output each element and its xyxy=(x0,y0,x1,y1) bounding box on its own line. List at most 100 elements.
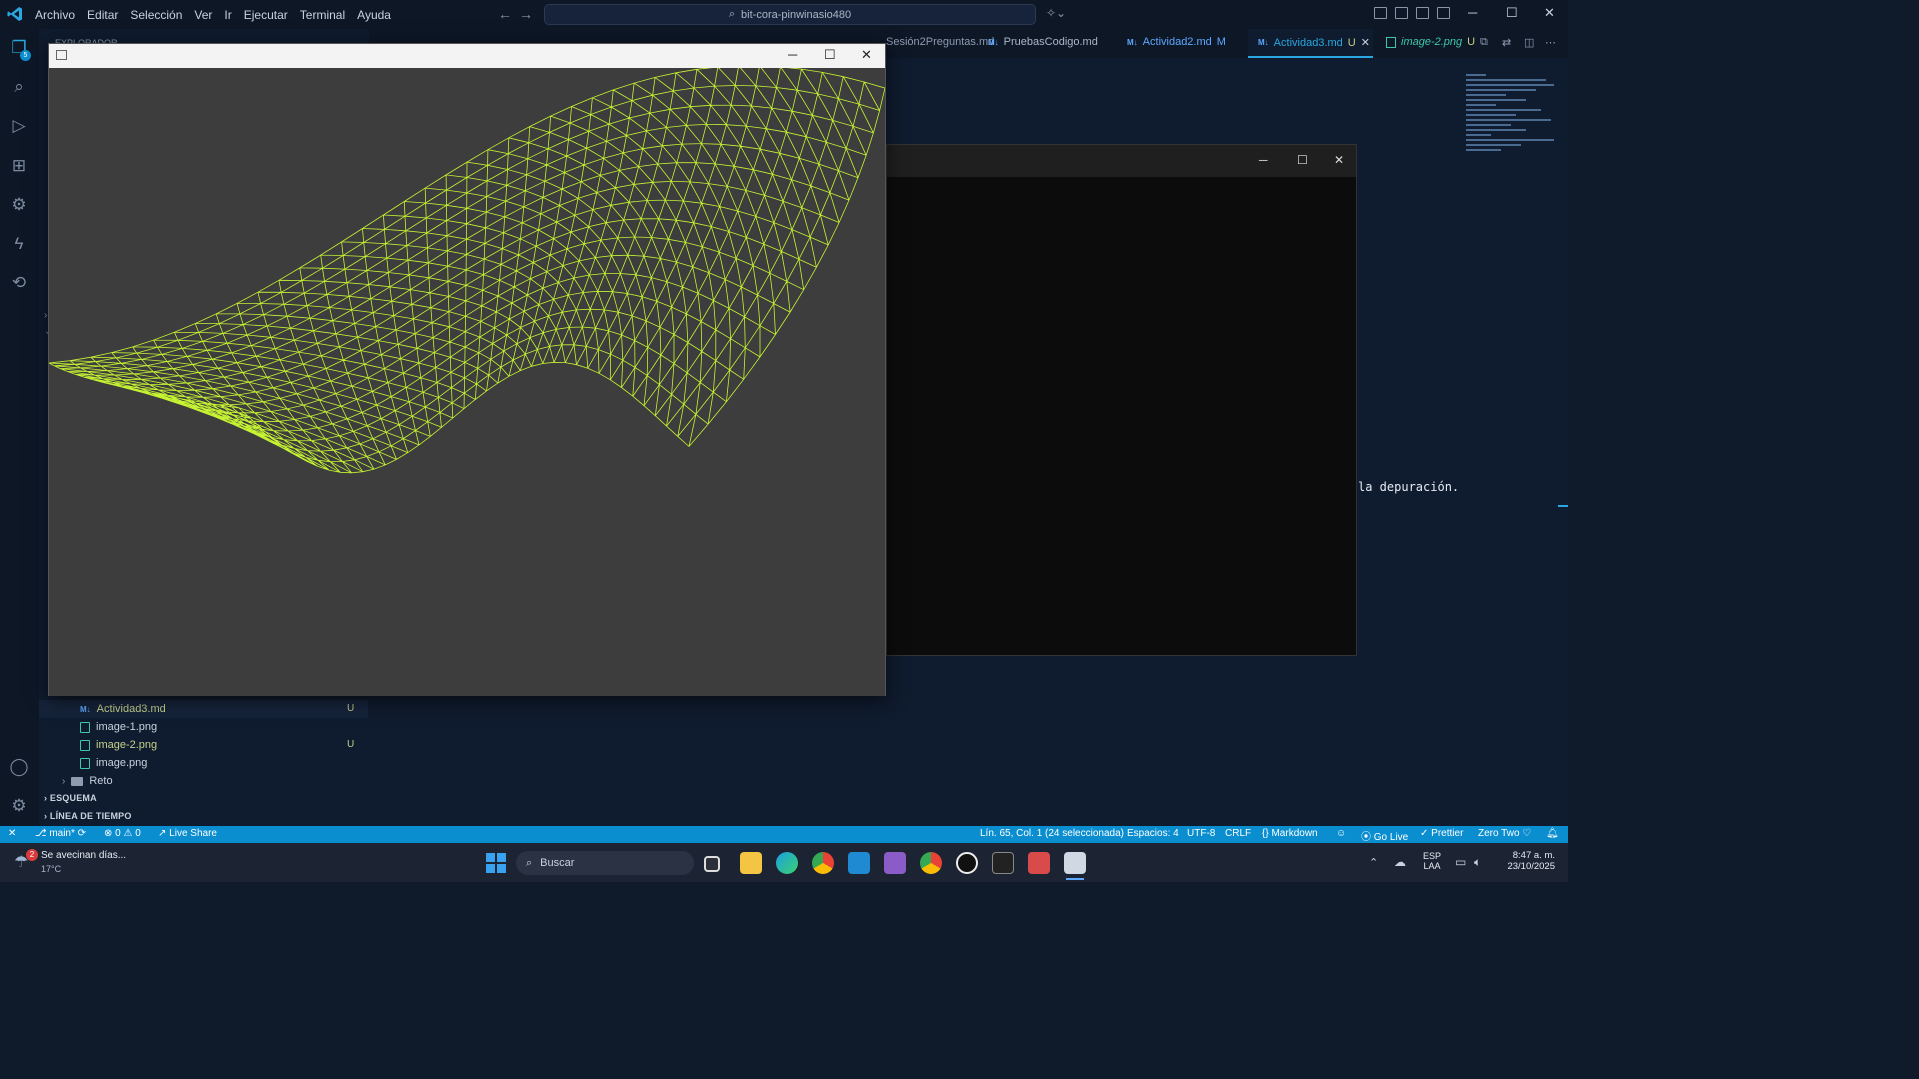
copilot-agent-icon[interactable]: ⚙ xyxy=(9,195,29,215)
tab-pruebascodigo[interactable]: M↓ PruebasCodigo.md xyxy=(988,36,1098,48)
vscode-taskbar-icon[interactable] xyxy=(848,852,870,874)
chevron-up-icon[interactable]: ⌃ xyxy=(1369,856,1378,869)
taskbar-search[interactable]: ⌕ Buscar xyxy=(516,851,694,875)
file-image-1[interactable]: image-1.png xyxy=(80,721,157,733)
chrome-icon[interactable] xyxy=(812,852,834,874)
menu-seleccion[interactable]: Selección xyxy=(130,8,182,22)
tab-sesion2preguntas[interactable]: Sesión2Preguntas.md xyxy=(886,36,994,48)
toggle-secondary-sidebar-icon[interactable] xyxy=(1437,7,1450,19)
remote-icon[interactable]: ⟲ xyxy=(9,273,29,293)
maximize-icon[interactable]: ☐ xyxy=(1506,5,1518,21)
clock[interactable]: 8:47 a. m. 23/10/2025 xyxy=(1500,850,1555,872)
menu-terminal[interactable]: Terminal xyxy=(300,8,345,22)
render-app-icon[interactable] xyxy=(1064,852,1086,874)
close-tab-icon[interactable]: ✕ xyxy=(1361,36,1370,49)
file-image[interactable]: image.png xyxy=(80,757,147,769)
language-indicator[interactable]: ESP LAA xyxy=(1423,851,1441,871)
obs-icon[interactable] xyxy=(956,852,978,874)
console-window[interactable]: ─ ☐ ✕ xyxy=(886,144,1357,656)
search-icon: ⌕ xyxy=(526,856,533,869)
edge-icon[interactable] xyxy=(776,852,798,874)
prettier-button[interactable]: ✓ Prettier xyxy=(1420,828,1463,839)
cursor-position[interactable]: Lín. 65, Col. 1 (24 seleccionada) xyxy=(980,828,1124,839)
visual-studio-icon[interactable] xyxy=(884,852,906,874)
account-icon[interactable]: ◯ xyxy=(9,757,29,777)
copilot-status-icon[interactable]: ☺ xyxy=(1336,828,1346,839)
file-explorer-icon[interactable] xyxy=(740,852,762,874)
menu-ejecutar[interactable]: Ejecutar xyxy=(244,8,288,22)
file-label: image.png xyxy=(96,757,148,769)
snipping-tool-icon[interactable] xyxy=(1028,852,1050,874)
copilot-icon[interactable]: ✧⌄ xyxy=(1046,6,1066,20)
tab-actividad3[interactable]: M↓ Actividad3.md U ✕ xyxy=(1258,36,1370,50)
split-editor-icon[interactable]: ◫ xyxy=(1524,36,1534,49)
close-icon[interactable]: ✕ xyxy=(861,47,872,63)
file-label: image-1.png xyxy=(96,721,158,733)
menu-ir[interactable]: Ir xyxy=(224,8,231,22)
render-window[interactable]: ─ ☐ ✕ xyxy=(48,43,886,696)
console-titlebar[interactable]: ─ ☐ ✕ xyxy=(887,145,1356,177)
timeline-section[interactable]: › LÍNEA DE TIEMPO xyxy=(44,811,132,821)
render-titlebar[interactable]: ─ ☐ ✕ xyxy=(49,44,885,68)
customize-layout-icon[interactable] xyxy=(1374,7,1387,19)
notifications-bell-icon[interactable]: 🔔︎ xyxy=(1546,828,1559,839)
menu-editar[interactable]: Editar xyxy=(87,8,118,22)
volume-icon[interactable]: 🔈︎ xyxy=(1474,855,1481,870)
tab-image-2[interactable]: image-2.png U xyxy=(1386,36,1475,48)
maximize-icon[interactable]: ☐ xyxy=(824,47,836,63)
minimize-icon[interactable]: ─ xyxy=(1468,5,1477,20)
encoding[interactable]: UTF-8 xyxy=(1187,828,1215,839)
outline-section[interactable]: › ESQUEMA xyxy=(44,793,97,803)
menu-ayuda[interactable]: Ayuda xyxy=(357,8,391,22)
menu-archivo[interactable]: Archivo xyxy=(35,8,75,22)
compare-changes-icon[interactable]: ⇄ xyxy=(1502,36,1511,49)
maximize-icon[interactable]: ☐ xyxy=(1297,153,1308,167)
remote-indicator-icon[interactable]: ✕ xyxy=(8,828,16,839)
go-live-label: Go Live xyxy=(1373,832,1409,843)
render-canvas[interactable] xyxy=(49,68,885,696)
more-actions-icon[interactable]: ⋯ xyxy=(1545,36,1556,49)
run-debug-icon[interactable]: ▷ xyxy=(9,116,29,136)
problems-indicator[interactable]: ⊗ 0 ⚠ 0 xyxy=(104,828,141,839)
toggle-sidebar-icon[interactable] xyxy=(1395,7,1408,19)
line-ending[interactable]: CRLF xyxy=(1225,828,1251,839)
network-icon[interactable]: ▭ xyxy=(1455,855,1466,869)
search-icon[interactable]: ⌕ xyxy=(9,77,29,97)
file-image-2[interactable]: image-2.png xyxy=(80,739,157,751)
task-view-icon[interactable] xyxy=(704,856,720,872)
menu-ver[interactable]: Ver xyxy=(194,8,212,22)
search-icon: ⌕ xyxy=(728,8,736,20)
file-label: Actividad3.md xyxy=(96,703,166,715)
close-icon[interactable]: ✕ xyxy=(1544,5,1555,21)
tab-actividad2[interactable]: M↓ Actividad2.md M xyxy=(1127,36,1226,48)
markdown-icon: M↓ xyxy=(988,37,999,47)
terminal-icon[interactable] xyxy=(992,852,1014,874)
back-arrow-icon[interactable]: ← xyxy=(498,6,512,22)
indentation[interactable]: Espacios: 4 xyxy=(1127,828,1179,839)
toggle-panel-icon[interactable] xyxy=(1416,7,1429,19)
start-button[interactable] xyxy=(486,853,506,873)
minimize-icon[interactable]: ─ xyxy=(788,47,797,62)
live-share-button[interactable]: ↗ Live Share xyxy=(158,828,217,839)
open-preview-icon[interactable]: ⧉ xyxy=(1480,36,1488,49)
chrome-profile-icon[interactable] xyxy=(920,852,942,874)
file-actividad3[interactable]: M↓ Actividad3.md xyxy=(80,703,166,715)
minimize-icon[interactable]: ─ xyxy=(1259,153,1268,167)
language-mode[interactable]: {} Markdown xyxy=(1262,828,1318,839)
branch-indicator[interactable]: ⎇ main* ⟳ xyxy=(35,828,86,839)
settings-gear-icon[interactable]: ⚙ xyxy=(9,796,29,816)
file-badge: U xyxy=(347,703,355,714)
theme-indicator[interactable]: Zero Two ♡ xyxy=(1478,828,1531,839)
minimap[interactable] xyxy=(1466,74,1556,154)
forward-arrow-icon[interactable]: → xyxy=(519,6,533,22)
lightning-icon[interactable]: ϟ xyxy=(9,234,29,254)
weather-title[interactable]: Se avecinan días... xyxy=(41,850,126,861)
chevron-right-icon[interactable]: › xyxy=(44,310,47,321)
close-icon[interactable]: ✕ xyxy=(1334,153,1344,167)
folder-reto[interactable]: › Reto xyxy=(62,775,113,787)
cloud-off-icon[interactable]: ☁ xyxy=(1394,855,1406,869)
go-live-button[interactable]: ⦿ Go Live xyxy=(1361,828,1408,843)
image-file-icon xyxy=(80,757,90,769)
extensions-icon[interactable]: ⊞ xyxy=(9,156,29,176)
command-center[interactable]: ⌕ bit-cora-pinwinasio480 xyxy=(544,4,1036,25)
